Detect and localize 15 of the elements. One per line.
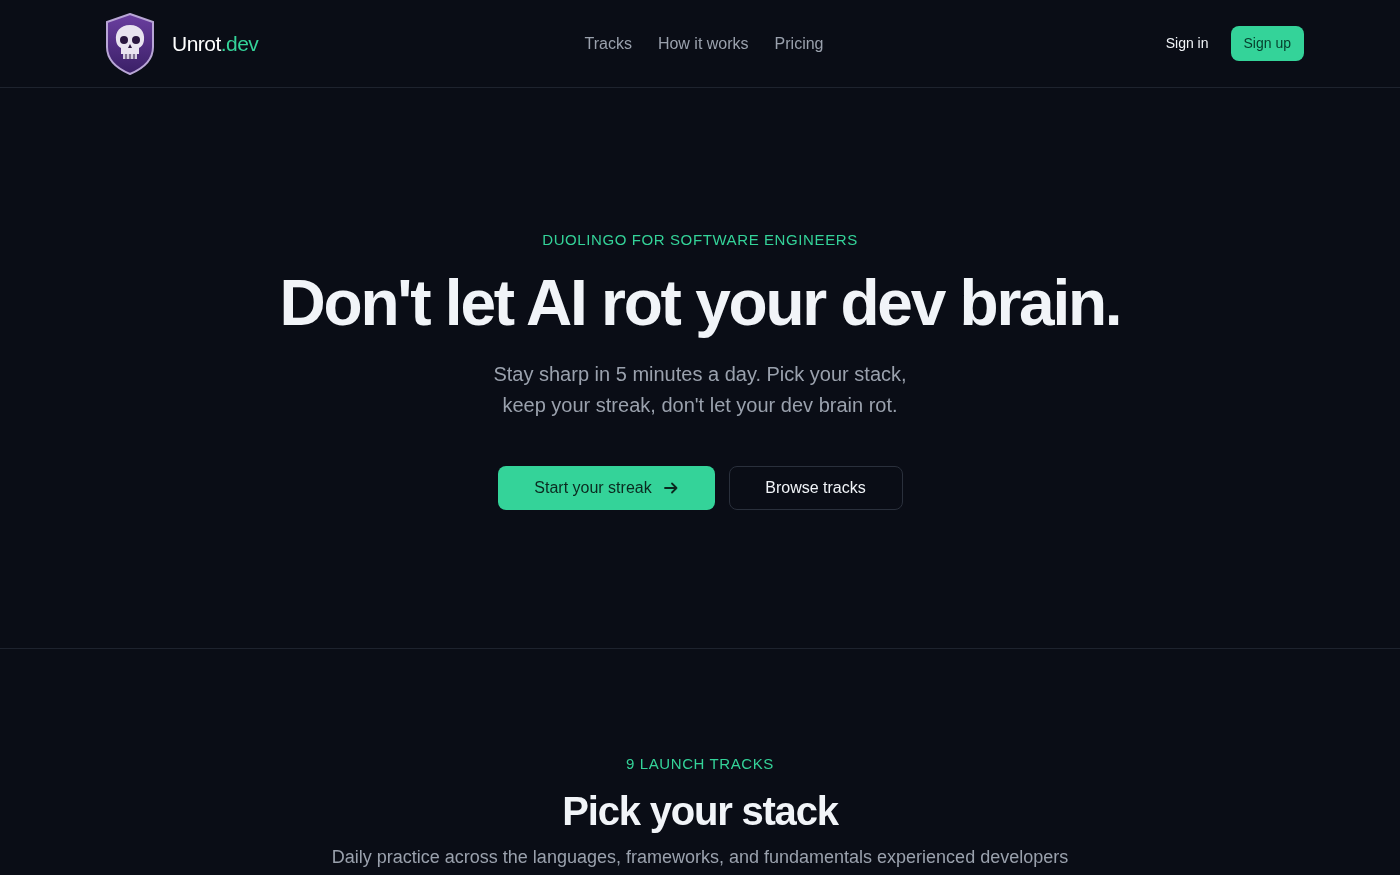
- nav-link[interactable]: Tracks: [584, 31, 632, 56]
- section-eyebrow: 9 LAUNCH TRACKS: [626, 754, 774, 774]
- nav-link[interactable]: Pricing: [774, 31, 824, 56]
- hero-eyebrow: DUOLINGO FOR SOFTWARE ENGINEERS: [542, 230, 858, 250]
- sign-up-button[interactable]: Sign up: [1230, 26, 1304, 61]
- browse-tracks-button[interactable]: Browse tracks: [728, 466, 903, 510]
- arrow-right-icon: [663, 482, 678, 494]
- skull-shield-logo: [104, 12, 156, 75]
- brand-name[interactable]: Unrot.dev: [172, 27, 259, 60]
- start-streak-button[interactable]: Start your streak: [497, 466, 715, 510]
- section-heading: Pick your stack: [562, 790, 838, 832]
- sign-in-link[interactable]: Sign in: [1165, 33, 1209, 54]
- hero-subtitle: Stay sharp in 5 minutes a day. Pick your stack, keep your streak, don't let your dev brain rot.: [492, 362, 908, 418]
- section-description: Daily practice across the languages, frameworks, and fundamentals experienced developers: [331, 846, 1069, 869]
- nav-link[interactable]: How it works: [657, 31, 749, 56]
